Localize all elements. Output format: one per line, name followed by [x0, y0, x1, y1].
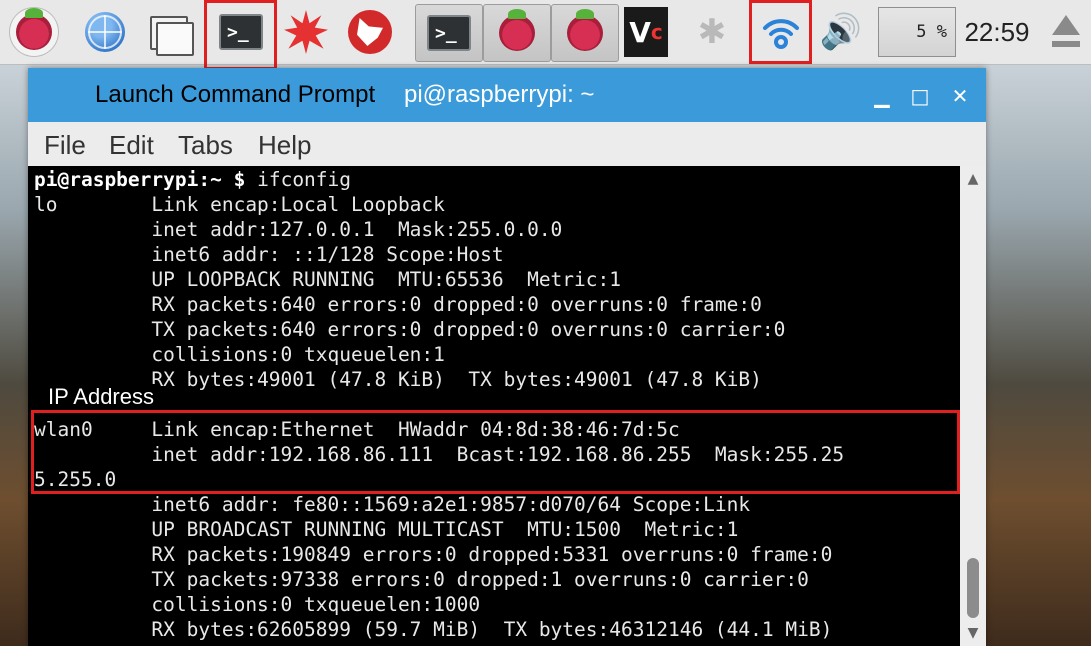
- clock[interactable]: 22:59: [962, 6, 1032, 58]
- raspberry-task-icon: [499, 9, 535, 51]
- cpu-usage-value: 5 %: [878, 7, 956, 57]
- terminal-task-icon: >_: [427, 15, 471, 51]
- wifi-button[interactable]: [753, 6, 809, 58]
- volume-icon: 🔊: [819, 12, 863, 52]
- clock-time: 22:59: [964, 16, 1030, 47]
- scroll-thumb[interactable]: [967, 558, 979, 618]
- output-line: collisions:0 txqueuelen:1: [34, 343, 445, 366]
- scroll-up-icon[interactable]: ▲: [964, 170, 982, 188]
- ip-address-annotation: IP Address: [46, 384, 156, 410]
- menu-tabs[interactable]: Tabs: [178, 130, 233, 161]
- output-line: inet6 addr: fe80::1569:a2e1:9857:d070/64…: [34, 493, 751, 516]
- mathematica-button[interactable]: [280, 6, 332, 58]
- output-line: inet addr:192.168.86.111 Bcast:192.168.8…: [34, 443, 845, 466]
- raspberry-task-icon: [567, 9, 603, 51]
- output-line: RX packets:190849 errors:0 dropped:5331 …: [34, 543, 833, 566]
- window-title: pi@raspberrypi: ~: [404, 81, 595, 108]
- vnc-button[interactable]: Vc: [622, 6, 670, 58]
- maximize-button[interactable]: □: [906, 82, 934, 110]
- window-titlebar[interactable]: Launch Command Prompt pi@raspberrypi: ~ …: [28, 68, 986, 122]
- output-line: RX bytes:62605899 (59.7 MiB) TX bytes:46…: [34, 618, 833, 641]
- output-line: UP BROADCAST RUNNING MULTICAST MTU:1500 …: [34, 518, 739, 541]
- output-line: lo Link encap:Local Loopback: [34, 193, 445, 216]
- raspberry-menu-button[interactable]: [10, 6, 58, 58]
- cpu-monitor: 5 %: [878, 6, 956, 58]
- menu-help[interactable]: Help: [258, 130, 311, 161]
- minimize-icon: ▁: [874, 84, 890, 108]
- prompt-line: pi@raspberrypi:~ $ ifconfig: [34, 167, 351, 192]
- raspberry-task-button-2[interactable]: [551, 4, 619, 62]
- output-line: inet6 addr: ::1/128 Scope:Host: [34, 243, 504, 266]
- menu-bar: File Edit Tabs Help: [28, 122, 986, 166]
- close-icon: ✕: [951, 84, 969, 108]
- bluetooth-button[interactable]: ✱: [690, 6, 734, 58]
- menu-file[interactable]: File: [44, 130, 86, 161]
- mathematica-icon: [284, 10, 328, 54]
- terminal-launcher-button[interactable]: >_: [210, 6, 272, 58]
- menu-edit[interactable]: Edit: [109, 130, 154, 161]
- wifi-icon: [763, 19, 799, 49]
- terminal-icon: >_: [219, 14, 263, 50]
- output-line: TX packets:640 errors:0 dropped:0 overru…: [34, 318, 786, 341]
- command-text: ifconfig: [257, 168, 352, 191]
- title-annotation: Launch Command Prompt: [95, 81, 376, 108]
- wolfram-button[interactable]: [344, 6, 396, 58]
- file-manager-icon: [146, 12, 194, 56]
- vnc-icon: Vc: [624, 7, 668, 57]
- prompt-user: pi@raspberrypi:~: [34, 168, 222, 191]
- terminal-scrollbar[interactable]: ▲ ▼: [960, 166, 986, 646]
- raspberry-task-button[interactable]: [483, 4, 551, 62]
- close-button[interactable]: ✕: [946, 82, 974, 110]
- terminal-output[interactable]: pi@raspberrypi:~ $ ifconfig lo Link enca…: [28, 166, 960, 646]
- web-browser-button[interactable]: [80, 6, 130, 58]
- prompt-dollar: $: [233, 168, 246, 191]
- eject-button[interactable]: [1048, 6, 1084, 58]
- maximize-icon: □: [910, 84, 930, 108]
- terminal-task-button[interactable]: >_: [415, 4, 483, 62]
- output-line: TX packets:97338 errors:0 dropped:1 over…: [34, 568, 809, 591]
- volume-button[interactable]: 🔊: [816, 6, 866, 58]
- eject-icon: [1050, 13, 1082, 51]
- minimize-button[interactable]: ▁: [868, 82, 896, 110]
- output-line: collisions:0 txqueuelen:1000: [34, 593, 481, 616]
- output-line: wlan0 Link encap:Ethernet HWaddr 04:8d:3…: [34, 418, 680, 441]
- output-line: inet addr:127.0.0.1 Mask:255.0.0.0: [34, 218, 563, 241]
- wolfram-icon: [348, 10, 392, 54]
- terminal-window: Launch Command Prompt pi@raspberrypi: ~ …: [28, 68, 986, 646]
- raspberry-menu-icon: [16, 8, 52, 50]
- bluetooth-icon: ✱: [697, 12, 727, 52]
- output-line: 5.255.0: [34, 468, 117, 491]
- web-browser-icon: [85, 12, 125, 52]
- output-line: RX packets:640 errors:0 dropped:0 overru…: [34, 293, 762, 316]
- output-line: UP LOOPBACK RUNNING MTU:65536 Metric:1: [34, 268, 621, 291]
- scroll-down-icon[interactable]: ▼: [964, 624, 982, 642]
- taskbar: >_ >_ Vc ✱ 🔊 5 % 22:59: [0, 0, 1091, 65]
- file-manager-button[interactable]: [142, 6, 194, 58]
